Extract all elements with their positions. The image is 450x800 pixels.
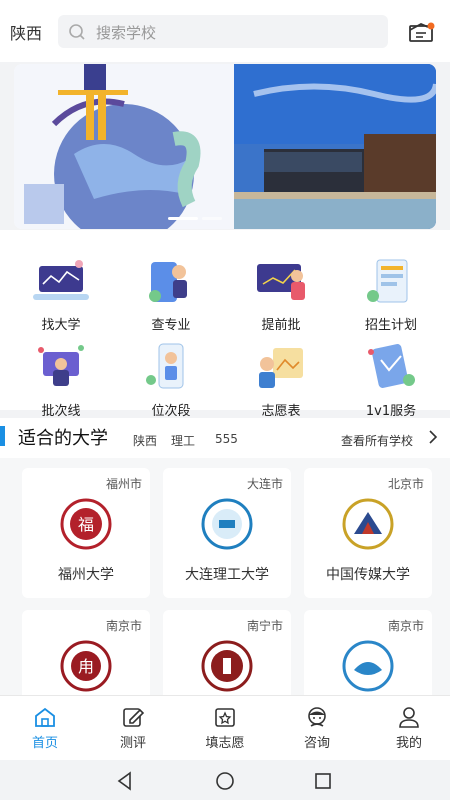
feature-batch-line[interactable]: 批次线 xyxy=(5,332,117,419)
tab-label: 我的 xyxy=(395,736,422,751)
edit-icon xyxy=(123,708,145,727)
rank-segment-icon xyxy=(146,343,184,389)
tab-label: 咨询 xyxy=(303,736,330,751)
tab-label: 填志愿 xyxy=(205,736,245,751)
feature-label: 招生计划 xyxy=(364,318,417,333)
feature-search-major[interactable]: 查专业 xyxy=(115,246,227,333)
enrollment-plan-icon xyxy=(367,259,408,303)
filter-subject-tag: 理工 xyxy=(171,434,196,448)
message-icon[interactable] xyxy=(408,20,436,44)
university-city: 北京市 xyxy=(387,477,424,491)
tab-fill-application[interactable]: 填志愿 xyxy=(180,696,270,761)
tab-mine[interactable]: 我的 xyxy=(364,696,450,761)
feature-application-form[interactable]: 志愿表 xyxy=(225,332,337,419)
filter-score-tag: 555 xyxy=(215,432,238,446)
section-header: 适合的大学 陕西 理工 555 查看所有学校 xyxy=(0,418,450,458)
region-selector[interactable]: 陕西 xyxy=(10,20,42,44)
section-title: 适合的大学 xyxy=(18,428,108,449)
university-card[interactable]: 北京市 中国传媒大学 xyxy=(304,468,432,598)
star-form-icon xyxy=(215,708,235,727)
svg-text:甪: 甪 xyxy=(78,657,94,676)
tab-assessment[interactable]: 测评 xyxy=(88,696,178,761)
university-card[interactable]: 南京市 甪 xyxy=(22,610,150,700)
feature-label: 1v1服务 xyxy=(365,404,417,419)
home-circle-icon[interactable] xyxy=(215,771,235,791)
find-university-icon xyxy=(33,260,89,300)
consultant-icon xyxy=(308,707,326,727)
university-city: 南宁市 xyxy=(246,619,283,633)
university-name: 大连理工大学 xyxy=(185,567,269,583)
system-navigation-bar xyxy=(0,760,450,800)
university-card[interactable]: 福州市 福 福州大学 xyxy=(22,468,150,598)
university-logo-icon xyxy=(201,640,253,692)
feature-grid: 找大学 查专业 提前批 招生计划 批次线 位次段 志愿表 1v1服务 xyxy=(0,230,450,419)
university-logo-icon xyxy=(342,498,394,550)
home-icon xyxy=(35,707,55,727)
feature-label: 找大学 xyxy=(41,318,81,333)
section-accent-bar xyxy=(0,426,5,446)
search-major-icon xyxy=(149,262,187,302)
university-city: 福州市 xyxy=(105,477,142,491)
application-form-icon xyxy=(259,348,303,388)
feature-enrollment-plan[interactable]: 招生计划 xyxy=(335,246,447,333)
recent-apps-icon[interactable] xyxy=(313,771,333,791)
feature-rank-segment[interactable]: 位次段 xyxy=(115,332,227,419)
university-city: 南京市 xyxy=(387,619,424,633)
svg-text:福: 福 xyxy=(78,515,94,534)
tab-home[interactable]: 首页 xyxy=(0,696,90,761)
search-placeholder: 搜索学校 xyxy=(96,24,157,42)
tab-label: 测评 xyxy=(119,736,146,751)
tab-consult[interactable]: 咨询 xyxy=(272,696,362,761)
carousel-indicator xyxy=(168,217,228,221)
feature-label: 查专业 xyxy=(151,318,191,333)
university-logo-icon xyxy=(342,640,394,692)
feature-early-batch[interactable]: 提前批 xyxy=(225,246,337,333)
university-logo-icon xyxy=(201,498,253,550)
batch-line-icon xyxy=(38,345,84,386)
university-logo-icon: 甪 xyxy=(60,640,112,692)
feature-label: 批次线 xyxy=(41,404,81,419)
chevron-right-icon[interactable] xyxy=(427,430,439,444)
view-all-schools-link[interactable]: 查看所有学校 xyxy=(341,432,413,449)
tab-label: 首页 xyxy=(31,736,58,751)
feature-label: 提前批 xyxy=(261,318,301,333)
university-name: 中国传媒大学 xyxy=(326,567,410,583)
university-logo-icon: 福 xyxy=(60,498,112,550)
feature-label: 志愿表 xyxy=(261,404,301,419)
feature-one-on-one-service[interactable]: 1v1服务 xyxy=(335,332,447,419)
feature-label: 位次段 xyxy=(151,404,191,419)
one-on-one-service-icon xyxy=(368,344,415,388)
filter-province-tag: 陕西 xyxy=(133,434,158,448)
university-city: 大连市 xyxy=(246,477,283,491)
feature-find-university[interactable]: 找大学 xyxy=(5,246,117,333)
search-input[interactable]: 搜索学校 xyxy=(58,15,388,48)
search-icon xyxy=(69,24,85,40)
user-icon xyxy=(399,707,419,728)
bottom-navigation: 首页 测评 填志愿 咨询 我的 xyxy=(0,695,450,760)
university-card[interactable]: 大连市 大连理工大学 xyxy=(163,468,291,598)
university-name: 福州大学 xyxy=(58,567,114,583)
university-card[interactable]: 南京市 xyxy=(304,610,432,700)
back-icon[interactable] xyxy=(115,771,135,791)
suitable-universities-section: 适合的大学 陕西 理工 555 查看所有学校 福州市 福 福州大学 大连市 大连… xyxy=(0,418,450,700)
top-bar: 陕西 搜索学校 xyxy=(0,0,450,62)
banner-carousel[interactable] xyxy=(14,64,436,229)
university-card[interactable]: 南宁市 xyxy=(163,610,291,700)
early-batch-icon xyxy=(257,264,305,300)
university-city: 南京市 xyxy=(105,619,142,633)
